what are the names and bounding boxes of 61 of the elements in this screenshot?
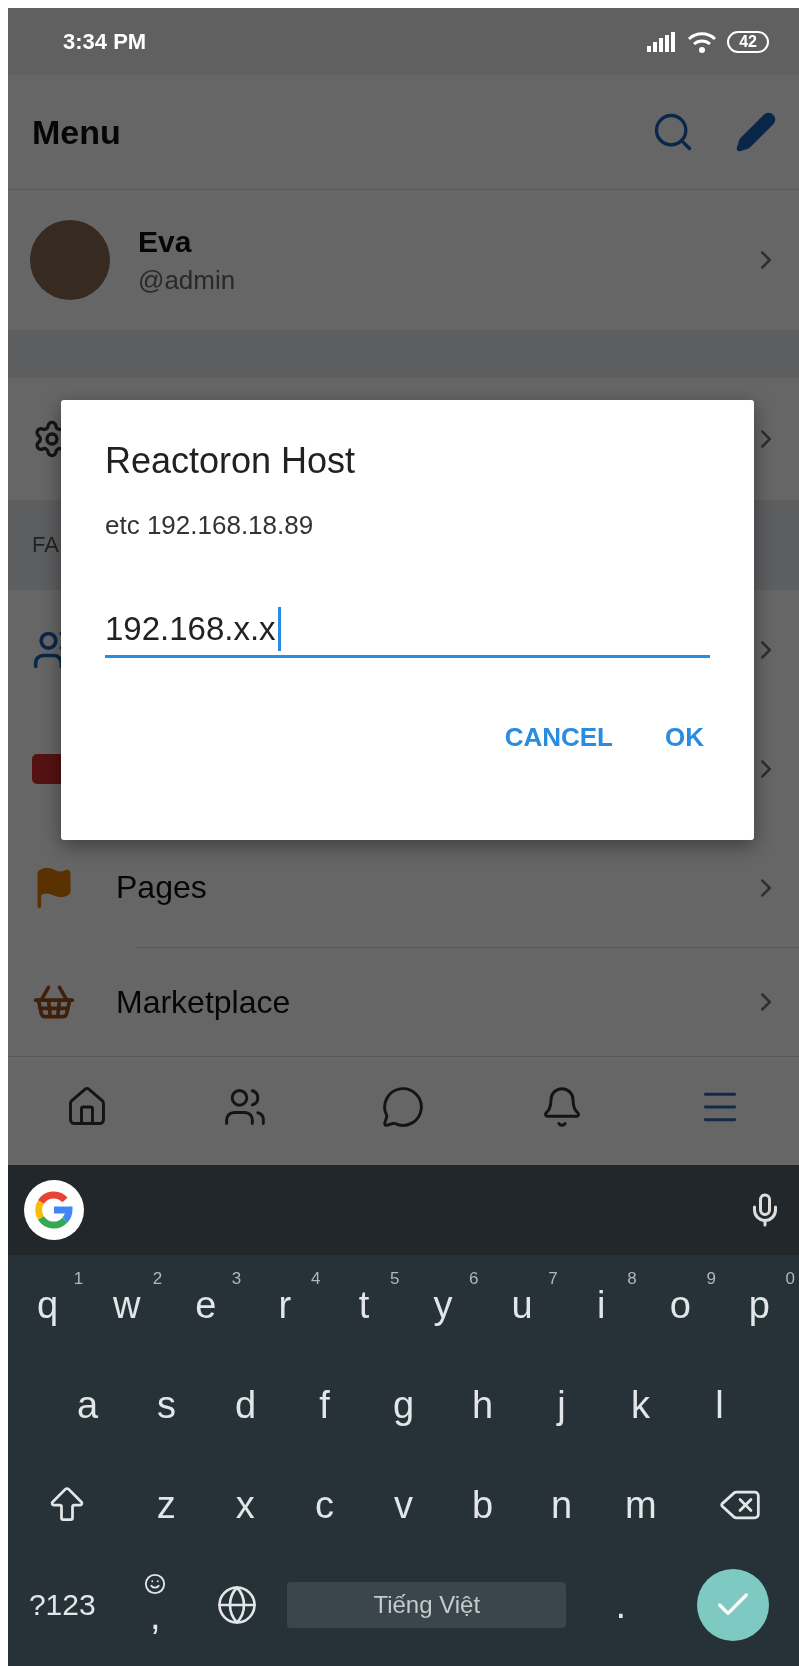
wifi-icon bbox=[687, 30, 718, 53]
symbols-key[interactable]: ?123 bbox=[8, 1555, 117, 1655]
key-hint: 3 bbox=[231, 1269, 242, 1289]
key-hint: 6 bbox=[469, 1269, 479, 1289]
key[interactable]: s bbox=[157, 1383, 176, 1427]
key[interactable]: q bbox=[36, 1283, 59, 1327]
section-header: FA bbox=[32, 532, 59, 558]
key[interactable]: n bbox=[551, 1483, 573, 1527]
key-hint: 4 bbox=[310, 1269, 321, 1289]
dialog-button[interactable]: OK bbox=[659, 718, 710, 757]
key[interactable]: e bbox=[195, 1283, 217, 1327]
battery-indicator: 42 bbox=[727, 30, 769, 53]
g-logo-icon[interactable] bbox=[24, 1180, 84, 1240]
key[interactable]: c bbox=[314, 1483, 334, 1527]
key[interactable]: h bbox=[471, 1383, 494, 1427]
smiley-icon[interactable] bbox=[144, 1572, 167, 1595]
dialog-title: Reactoron Host bbox=[105, 440, 357, 482]
text-cursor bbox=[277, 607, 281, 651]
key[interactable]: x bbox=[235, 1483, 255, 1527]
key[interactable]: o bbox=[669, 1283, 691, 1327]
page-title: Menu bbox=[32, 112, 122, 152]
key[interactable]: i bbox=[596, 1283, 606, 1327]
key[interactable]: k bbox=[631, 1383, 650, 1427]
key[interactable]: d bbox=[234, 1383, 257, 1427]
dialog-button[interactable]: CANCEL bbox=[498, 718, 619, 757]
key[interactable]: j bbox=[557, 1383, 566, 1427]
key[interactable]: a bbox=[76, 1383, 99, 1427]
comma-key[interactable]: , bbox=[149, 1594, 161, 1638]
key[interactable]: y bbox=[433, 1283, 453, 1327]
key-hint: 1 bbox=[73, 1269, 84, 1289]
dialog-message: etc 192.168.18.89 bbox=[105, 510, 315, 541]
key[interactable]: t bbox=[358, 1283, 370, 1327]
key[interactable]: b bbox=[472, 1483, 494, 1527]
key[interactable]: . bbox=[615, 1583, 627, 1627]
key-hint: 8 bbox=[627, 1269, 637, 1289]
key[interactable]: l bbox=[715, 1383, 724, 1427]
key[interactable]: r bbox=[278, 1283, 292, 1327]
key[interactable]: v bbox=[394, 1483, 413, 1527]
key-hint: 5 bbox=[390, 1269, 400, 1289]
input-field[interactable]: 192.168.x.x bbox=[105, 607, 710, 658]
pencil-icon[interactable] bbox=[735, 111, 777, 153]
menu-item-label[interactable]: Pages bbox=[116, 869, 723, 906]
key[interactable]: u bbox=[511, 1283, 533, 1327]
key[interactable]: p bbox=[748, 1283, 770, 1327]
space-bar[interactable]: Tiếng Việt bbox=[287, 1582, 567, 1628]
key[interactable]: m bbox=[624, 1483, 657, 1527]
key-hint: 7 bbox=[548, 1269, 558, 1289]
globe-icon[interactable] bbox=[215, 1584, 258, 1626]
profile-name: Eva bbox=[138, 224, 193, 259]
key[interactable]: w bbox=[112, 1283, 141, 1327]
chat-bubble-icon[interactable] bbox=[381, 1085, 426, 1129]
signal-icon bbox=[647, 31, 678, 52]
key-hint: 0 bbox=[785, 1269, 795, 1289]
key-hint: 2 bbox=[152, 1269, 163, 1289]
status-time: 3:34 PM bbox=[63, 28, 148, 55]
key[interactable]: f bbox=[319, 1383, 330, 1427]
key-hint: 9 bbox=[706, 1269, 716, 1289]
key[interactable]: z bbox=[156, 1483, 176, 1527]
key[interactable]: g bbox=[392, 1383, 415, 1427]
profile-handle: @admin bbox=[138, 264, 237, 296]
menu-item-label[interactable]: Marketplace bbox=[116, 983, 723, 1021]
